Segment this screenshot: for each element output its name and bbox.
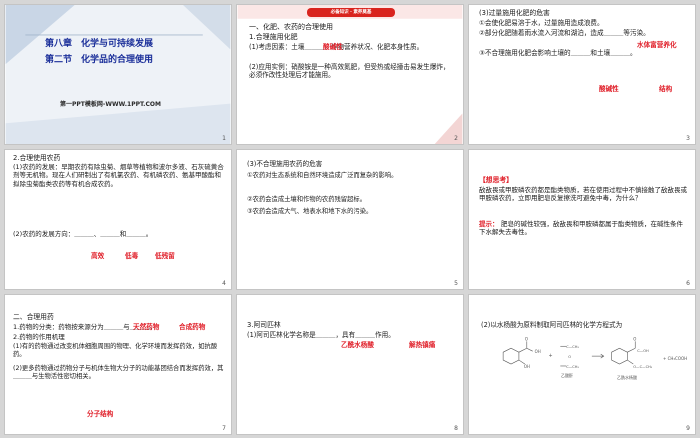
answer-efficient: 高效 bbox=[91, 252, 105, 260]
section-heading: 2.合理使用农药 bbox=[13, 154, 61, 162]
slide-number: 5 bbox=[454, 280, 458, 287]
slide-2[interactable]: 必备知识 · 素养奠基 一、化肥、农药的合理使用 1.合理施用化肥 (1)考虑因… bbox=[236, 4, 464, 145]
answer-low-toxicity: 低毒 bbox=[125, 252, 139, 260]
answer-natural-drug: 天然药物 bbox=[133, 323, 160, 331]
slide-3[interactable]: (3)过量施用化肥的危害 ①会使化肥易溶于水，过量施用造成浪费。 ②部分化肥随着… bbox=[468, 4, 696, 145]
slide-number: 9 bbox=[686, 425, 690, 432]
svg-text:OH: OH bbox=[524, 364, 530, 369]
answer-molecular-structure: 分子结构 bbox=[87, 410, 114, 418]
svg-text:O: O bbox=[568, 355, 571, 359]
section-heading: 一、化肥、农药的合理使用 bbox=[249, 23, 333, 31]
section-heading: (3)不合理施用农药的危害 bbox=[247, 160, 323, 168]
paragraph-mechanism: 2.药物的作用机理 bbox=[13, 333, 65, 341]
list-item: ②农药会造成土壤和作物的农药残留超标。 bbox=[247, 196, 366, 203]
slide-number: 3 bbox=[686, 135, 690, 142]
byproduct-label: + CH₃COOH bbox=[663, 356, 688, 361]
list-item: ③不合理施用化肥会影响土壤的＿＿＿和土壤＿＿＿。 bbox=[479, 49, 637, 57]
svg-text:O: O bbox=[633, 336, 636, 341]
slide-4[interactable]: 2.合理使用农药 (1)农药的发展：早期农药有除虫菊、烟草等植物和波尔多液、石灰… bbox=[4, 149, 232, 290]
section-heading: 二、合理用药 bbox=[13, 313, 54, 321]
slide-number: 4 bbox=[222, 280, 226, 287]
paragraph-mechanism-1: (1)有的药物通过改变机体细胞周围的物理、化学环境而发挥药效，如抗酸药。 bbox=[13, 343, 218, 359]
svg-text:C—OH: C—OH bbox=[637, 349, 649, 353]
slide-number: 2 bbox=[454, 135, 458, 142]
list-item: ③农药会造成大气、地表水和地下水的污染。 bbox=[247, 208, 373, 215]
chapter-title: 第八章 化学与可持续发展 bbox=[45, 39, 154, 49]
slide-8[interactable]: 3.阿司匹林 (1)阿司匹林化学名称是＿＿＿，具有＿＿＿作用。 乙酰水杨酸 解热… bbox=[236, 294, 464, 435]
section-title: 第二节 化学品的合理使用 bbox=[45, 55, 154, 65]
section-heading: (3)过量施用化肥的危害 bbox=[479, 9, 550, 17]
subheading: 1.合理施用化肥 bbox=[249, 33, 298, 41]
slide-6[interactable]: 【想思考】 敌敌畏或甲胺磷农药都是酯类物质，若在使用过程中不慎接触了敌敌畏或甲胺… bbox=[468, 149, 696, 290]
svg-text:C—CH₃: C—CH₃ bbox=[566, 365, 579, 369]
answer-eutrophication: 水体富营养化 bbox=[637, 41, 677, 49]
svg-text:O—C—CH₃: O—C—CH₃ bbox=[633, 365, 652, 369]
answer-antipyretic: 解热镇痛 bbox=[409, 341, 436, 349]
paragraph-aspirin: (1)阿司匹林化学名称是＿＿＿，具有＿＿＿作用。 bbox=[247, 331, 395, 339]
footer-text: 第一PPT模板网-WWW.1PPT.COM bbox=[60, 101, 161, 108]
answer-structure: 结构 bbox=[659, 85, 673, 93]
answer-low-residue: 低残留 bbox=[155, 252, 175, 260]
section-banner: 必备知识 · 素养奠基 bbox=[307, 8, 395, 17]
paragraph-factors: (1)考虑因素：土壤＿＿＿、作物营养状况、化肥本身性质。 bbox=[249, 43, 424, 51]
slide-number: 6 bbox=[686, 280, 690, 287]
hint-text: 肥皂的碱性较强，敌敌畏和甲胺磷都属于酯类物质，在碱性条件下水解失去毒性。 bbox=[479, 220, 683, 237]
list-item: ①农药对生态系统和自然环境造成广泛而复杂的影响。 bbox=[247, 172, 398, 179]
question-text: 敌敌畏或甲胺磷农药都是酯类物质，若在使用过程中不慎接触了敌敌畏或甲胺磷农药，立即… bbox=[479, 186, 687, 203]
paragraph-example: (2)应用实例：硝酸铵是一种高效氮肥，但受热或经撞击易发生爆炸，必须作改性处理后… bbox=[249, 63, 450, 80]
think-tag: 【想思考】 bbox=[479, 176, 513, 184]
list-item: ②部分化肥随着雨水流入河流和湖泊，造成＿＿＿等污染。 bbox=[479, 29, 650, 37]
slide-9[interactable]: (2)以水杨酸为原料制取阿司匹林的化学方程式为 OH O OH + C—CH₃ … bbox=[468, 294, 696, 435]
slide-7[interactable]: 二、合理用药 1.药物的分类：药物按来源分为＿＿＿与＿＿＿。 天然药物 合成药物… bbox=[4, 294, 232, 435]
paragraph-direction: (2)农药的发展方向：＿＿＿、＿＿＿和＿＿＿。 bbox=[13, 230, 153, 238]
section-heading: 3.阿司匹林 bbox=[247, 321, 281, 329]
product-label: 乙酰水杨酸 bbox=[617, 375, 637, 380]
slide-number: 7 bbox=[222, 425, 226, 432]
paragraph-mechanism-2: (2)更多药物通过药物分子与机体生物大分子的功能基团结合而发挥药效，其＿＿＿与生… bbox=[13, 365, 224, 381]
answer-acidity: 酸碱性 bbox=[323, 43, 343, 51]
svg-text:+: + bbox=[548, 353, 552, 359]
paragraph-development: (1)农药的发展：早期农药有除虫菊、烟草等植物和波尔多液、石灰硫黄合剂等无机物。… bbox=[13, 163, 224, 188]
svg-text:C—CH₃: C—CH₃ bbox=[566, 345, 579, 349]
reaction-equation: OH O OH + C—CH₃ O C—CH₃ O C—OH O—C—CH₃ bbox=[502, 336, 653, 369]
reagent-label: 乙酸酐 bbox=[561, 373, 573, 378]
slide-1-decoration bbox=[5, 5, 231, 144]
answer-acidity: 酸碱性 bbox=[599, 85, 619, 93]
slide-number: 8 bbox=[454, 425, 458, 432]
slide-5[interactable]: (3)不合理施用农药的危害 ①农药对生态系统和自然环境造成广泛而复杂的影响。 ②… bbox=[236, 149, 464, 290]
slide-number: 1 bbox=[222, 135, 226, 142]
section-heading: (2)以水杨酸为原料制取阿司匹林的化学方程式为 bbox=[481, 321, 623, 329]
svg-text:O: O bbox=[525, 336, 528, 341]
list-item: ①会使化肥易溶于水，过量施用造成浪费。 bbox=[479, 19, 604, 27]
slide-1[interactable]: 第八章 化学与可持续发展 第二节 化学品的合理使用 第一PPT模板网-WWW.1… bbox=[4, 4, 232, 145]
svg-text:OH: OH bbox=[535, 349, 541, 354]
answer-synthetic-drug: 合成药物 bbox=[179, 323, 206, 331]
answer-acetylsalicylic-acid: 乙酰水杨酸 bbox=[341, 341, 374, 349]
